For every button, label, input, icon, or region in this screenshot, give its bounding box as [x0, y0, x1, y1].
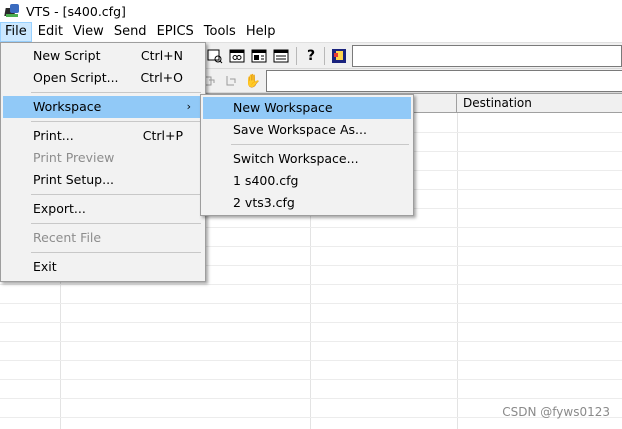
- menu-item-label: Export...: [33, 201, 86, 216]
- submenu-arrow-icon: ›: [186, 100, 191, 113]
- menu-separator: [31, 92, 201, 93]
- menu-item-new-script[interactable]: New Script Ctrl+N: [3, 45, 203, 67]
- menu-item-shortcut: Ctrl+P: [142, 128, 183, 143]
- title-bar: VTS - [s400.cfg]: [0, 0, 622, 22]
- menu-item-shortcut: Ctrl+O: [140, 70, 183, 85]
- menu-item-label: New Script: [33, 48, 101, 63]
- workspace-submenu: New Workspace Save Workspace As... Switc…: [200, 94, 414, 216]
- column-header-destination[interactable]: Destination: [457, 94, 622, 113]
- menu-tools[interactable]: Tools: [200, 22, 240, 42]
- menu-bar: File Edit View Send EPICS Tools Help: [0, 22, 622, 43]
- menu-item-open-script[interactable]: Open Script... Ctrl+O: [3, 67, 203, 89]
- menu-item-label: Print Setup...: [33, 172, 115, 187]
- menu-item-label: New Workspace: [233, 100, 333, 115]
- menu-item-label: Exit: [33, 259, 57, 274]
- menu-item-new-workspace[interactable]: New Workspace: [203, 97, 411, 119]
- print-preview-icon[interactable]: [206, 47, 224, 65]
- menu-epics[interactable]: EPICS: [153, 22, 198, 42]
- menu-item-label: Workspace: [33, 99, 102, 114]
- menu-item-label: Switch Workspace...: [233, 151, 359, 166]
- toolbar-separator: [324, 47, 325, 65]
- receive-icon[interactable]: [222, 72, 240, 90]
- grid-row-line: [0, 379, 622, 380]
- menu-item-export[interactable]: Export...: [3, 198, 203, 220]
- menu-item-label: Open Script...: [33, 70, 119, 85]
- menu-item-label: 2 vts3.cfg: [233, 195, 295, 210]
- menu-item-print-preview: Print Preview: [3, 147, 203, 169]
- menu-separator: [231, 144, 409, 145]
- menu-item-print[interactable]: Print... Ctrl+P: [3, 125, 203, 147]
- menu-view[interactable]: View: [69, 22, 108, 42]
- menu-help[interactable]: Help: [242, 22, 280, 42]
- file-menu: New Script Ctrl+N Open Script... Ctrl+O …: [0, 42, 206, 282]
- menu-item-shortcut: Ctrl+N: [140, 48, 183, 63]
- menu-item-save-workspace-as[interactable]: Save Workspace As...: [203, 119, 411, 141]
- menu-item-print-setup[interactable]: Print Setup...: [3, 169, 203, 191]
- menu-item-label: Print...: [33, 128, 74, 143]
- grid-row-line: [0, 322, 622, 323]
- menu-item-recent-workspace-1[interactable]: 1 s400.cfg: [203, 170, 411, 192]
- menu-item-recent-workspace-2[interactable]: 2 vts3.cfg: [203, 192, 411, 214]
- menu-item-exit[interactable]: Exit: [3, 256, 203, 278]
- grid-row-line: [0, 341, 622, 342]
- menu-send[interactable]: Send: [110, 22, 151, 42]
- script-combo-box[interactable]: [352, 45, 622, 67]
- grid-column-line: [457, 113, 458, 429]
- hand-icon[interactable]: ✋: [244, 72, 262, 90]
- context-help-icon[interactable]: [330, 47, 348, 65]
- watermark: CSDN @fyws0123: [502, 405, 610, 419]
- window-title: VTS - [s400.cfg]: [26, 3, 126, 19]
- window-icon[interactable]: [250, 47, 268, 65]
- view-icon[interactable]: [228, 47, 246, 65]
- menu-file[interactable]: File: [0, 22, 32, 42]
- menu-item-workspace[interactable]: Workspace ›: [3, 96, 203, 118]
- grid-row-line: [0, 398, 622, 399]
- menu-item-label: 1 s400.cfg: [233, 173, 299, 188]
- grid-row-line: [0, 303, 622, 304]
- menu-separator: [31, 121, 201, 122]
- menu-edit[interactable]: Edit: [34, 22, 67, 42]
- menu-separator: [31, 194, 201, 195]
- menu-separator: [31, 252, 201, 253]
- toolbar-separator: [296, 47, 297, 65]
- menu-item-switch-workspace[interactable]: Switch Workspace...: [203, 148, 411, 170]
- menu-item-label: Print Preview: [33, 150, 115, 165]
- grid-row-line: [0, 360, 622, 361]
- help-icon[interactable]: ?: [302, 47, 320, 65]
- menu-item-label: Recent File: [33, 230, 102, 245]
- app-icon: [4, 3, 20, 19]
- list-icon[interactable]: [272, 47, 290, 65]
- menu-item-recent-file: Recent File: [3, 227, 203, 249]
- address-input[interactable]: [266, 70, 622, 92]
- menu-separator: [31, 223, 201, 224]
- grid-row-line: [0, 284, 622, 285]
- menu-item-label: Save Workspace As...: [233, 122, 367, 137]
